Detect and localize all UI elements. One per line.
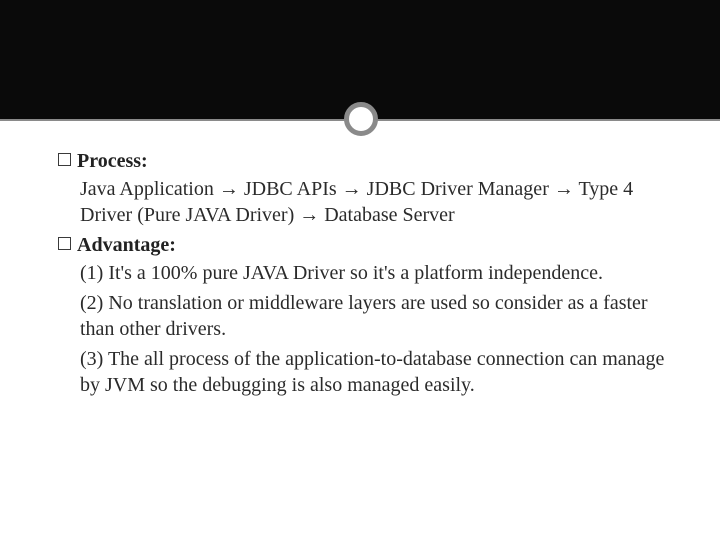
square-bullet-icon [58, 237, 71, 250]
slide: Process: Java Application → JDBC APIs → … [0, 0, 720, 540]
advantage-point-1: (1) It's a 100% pure JAVA Driver so it's… [80, 260, 668, 286]
content-area: Process: Java Application → JDBC APIs → … [58, 148, 668, 402]
process-label: Process: [77, 148, 148, 174]
ring-ornament-icon [344, 102, 378, 136]
advantage-label: Advantage: [77, 232, 176, 258]
square-bullet-icon [58, 153, 71, 166]
advantage-point-3: (3) The all process of the application-t… [80, 346, 668, 398]
process-body: Java Application → JDBC APIs → JDBC Driv… [80, 176, 668, 228]
advantage-point-2: (2) No translation or middleware layers … [80, 290, 668, 342]
bullet-advantage: Advantage: [58, 232, 668, 258]
bullet-process: Process: [58, 148, 668, 174]
